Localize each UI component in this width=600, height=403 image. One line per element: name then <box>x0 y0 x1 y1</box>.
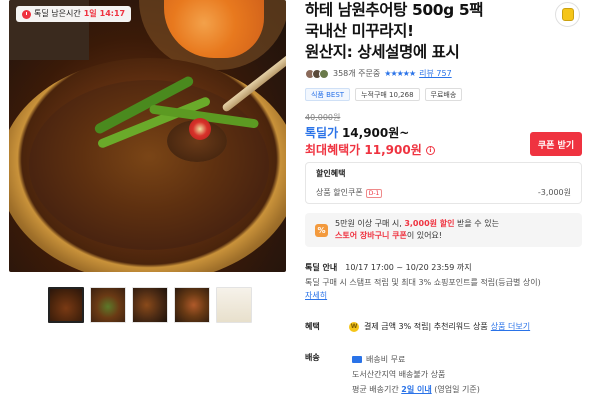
original-price: 40,000원 <box>305 113 341 122</box>
deal-timer-time: 14:17 <box>99 9 126 18</box>
deal-timer-day: 1일 <box>83 9 97 18</box>
tags-row: 식품 BEST 누적구매 10,268 무료배송 <box>305 88 463 101</box>
talkdeal-detail-link[interactable]: 자세히 <box>305 290 327 301</box>
review-link[interactable]: 리뷰 757 <box>419 68 452 79</box>
product-title: 하테 남원추어탕 500g 5팩 국내산 미꾸라지! 원산지: 상세설명에 표시 <box>305 0 545 63</box>
talkdeal-value: 14,900원~ <box>341 126 410 140</box>
percent-icon: % <box>315 223 328 237</box>
order-count: 358개 주문중 <box>333 69 381 78</box>
deal-timer-badge: 톡딜 남은시간 1일 14:17 <box>16 6 132 22</box>
review-row: 358개 주문중 ★★★★★ 리뷰 757 <box>305 68 452 79</box>
rating-stars-icon: ★★★★★ <box>384 69 416 78</box>
promo-text: 5만원 이상 구매 시, 3,000원 할인 받을 수 있는 스토어 장바구니 … <box>335 218 499 242</box>
tag-sales: 누적구매 10,268 <box>355 88 420 101</box>
shopping-bag-button[interactable] <box>555 2 580 27</box>
discount-item: 상품 할인쿠폰 D-1 -3,000원 <box>316 187 571 198</box>
pepper-decor <box>189 118 211 140</box>
promo-text-2: 받을 수 있는 <box>457 219 499 228</box>
promo-highlight-1: 3,000원 할인 <box>404 219 455 228</box>
max-benefit-value: 11,900원 <box>364 143 422 157</box>
thumbnail-4[interactable] <box>174 287 210 323</box>
avatar <box>319 68 329 79</box>
more-products-link[interactable]: 상품 더보기 <box>491 321 530 332</box>
talkdeal-info-label: 톡딜 안내 <box>305 263 338 272</box>
shipping-label: 배송 <box>305 353 320 362</box>
benefit-text: 결제 금액 3% 적립| 추천리워드 상품 <box>364 322 488 331</box>
discount-item-label: 상품 할인쿠폰 <box>316 188 363 197</box>
product-title-line2: 국내산 미꾸라지! <box>305 22 414 40</box>
benefit-label: 혜택 <box>305 322 320 331</box>
coupon-dday-badge: D-1 <box>365 189 383 198</box>
product-info-panel: 하테 남원추어탕 500g 5팩 국내산 미꾸라지! 원산지: 상세설명에 표시 <box>305 0 600 63</box>
talkdeal-price: 톡딜가 14,900원~ <box>305 124 409 141</box>
deal-timer-prefix: 톡딜 남은시간 <box>34 9 81 18</box>
talkdeal-period: 10/17 17:00 ~ 10/20 23:59 까지 <box>345 263 472 272</box>
buyer-avatars <box>305 68 329 79</box>
point-coin-icon: W <box>349 321 359 332</box>
discount-box: 할인혜택 상품 할인쿠폰 D-1 -3,000원 <box>305 162 582 204</box>
tag-best[interactable]: 식품 BEST <box>305 88 351 101</box>
shipping-restriction: 도서산간지역 배송불가 상품 <box>352 370 446 379</box>
talkdeal-desc: 톡딜 구매 시 스탬프 적립 및 최대 3% 쇼핑포인트를 적립(등급별 상이) <box>305 278 541 287</box>
truck-icon <box>352 356 362 363</box>
discount-title: 할인혜택 <box>316 169 346 178</box>
max-benefit-label: 최대혜택가 <box>305 143 361 157</box>
shipping-fee: 배송비 무료 <box>366 355 406 364</box>
promo-text-3: 이 있어요! <box>406 231 443 240</box>
shipping-period-suffix: (영업일 기준) <box>434 385 480 394</box>
talkdeal-info: 톡딜 안내 10/17 17:00 ~ 10/20 23:59 까지 톡딜 구매… <box>305 262 595 301</box>
discount-item-value: -3,000원 <box>537 188 571 197</box>
promo-text-1: 5만원 이상 구매 시, <box>335 219 402 228</box>
benefit-row: 혜택 W 결제 금액 3% 적립| 추천리워드 상품 상품 더보기 <box>305 321 530 332</box>
clock-icon <box>22 9 31 19</box>
product-title-line3: 원산지: 상세설명에 표시 <box>305 43 460 61</box>
thumbnail-strip <box>48 287 252 323</box>
thumbnail-5[interactable] <box>216 287 252 323</box>
thumbnail-2[interactable] <box>90 287 126 323</box>
max-benefit-price: 최대혜택가 11,900원 i <box>305 141 435 158</box>
shopping-bag-icon <box>561 8 574 21</box>
shipping-period-prefix: 평균 배송기간 <box>352 385 399 394</box>
promo-highlight-2: 스토어 장바구니 쿠폰 <box>335 231 407 240</box>
tag-free-shipping: 무료배송 <box>424 88 463 101</box>
product-title-line1: 하테 남원추어탕 500g 5팩 <box>305 1 484 19</box>
thumbnail-1[interactable] <box>48 287 84 323</box>
info-icon[interactable]: i <box>425 146 435 155</box>
thumbnail-3[interactable] <box>132 287 168 323</box>
store-cart-coupon-promo[interactable]: % 5만원 이상 구매 시, 3,000원 할인 받을 수 있는 스토어 장바구… <box>305 213 582 247</box>
shipping-period-value[interactable]: 2일 이내 <box>401 385 431 394</box>
product-main-image <box>9 0 286 272</box>
talkdeal-label: 톡딜가 <box>305 126 339 140</box>
get-coupon-button[interactable]: 쿠폰 받기 <box>530 132 582 156</box>
